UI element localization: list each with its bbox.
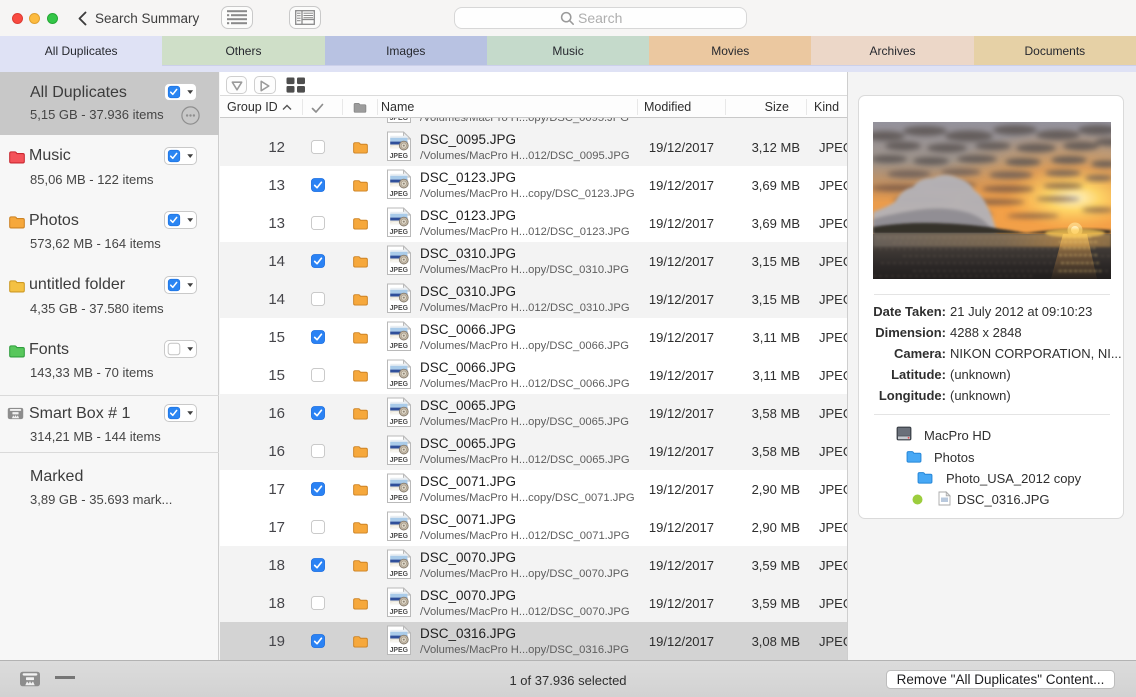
svg-text:JPEG: JPEG (390, 118, 408, 122)
svg-text:JPEG: JPEG (390, 495, 408, 502)
svg-text:JPEG: JPEG (390, 343, 408, 350)
svg-text:JPEG: JPEG (390, 457, 408, 464)
svg-text:JPEG: JPEG (390, 267, 408, 274)
svg-text:JPEG: JPEG (390, 533, 408, 540)
svg-text:JPEG: JPEG (390, 153, 408, 160)
svg-text:JPEG: JPEG (390, 647, 408, 654)
svg-text:JPEG: JPEG (390, 305, 408, 312)
svg-text:JPEG: JPEG (390, 191, 408, 198)
svg-text:JPEG: JPEG (390, 381, 408, 388)
svg-text:JPEG: JPEG (390, 609, 408, 616)
svg-text:JPEG: JPEG (390, 571, 408, 578)
svg-text:JPEG: JPEG (390, 229, 408, 236)
svg-text:JPEG: JPEG (390, 419, 408, 426)
